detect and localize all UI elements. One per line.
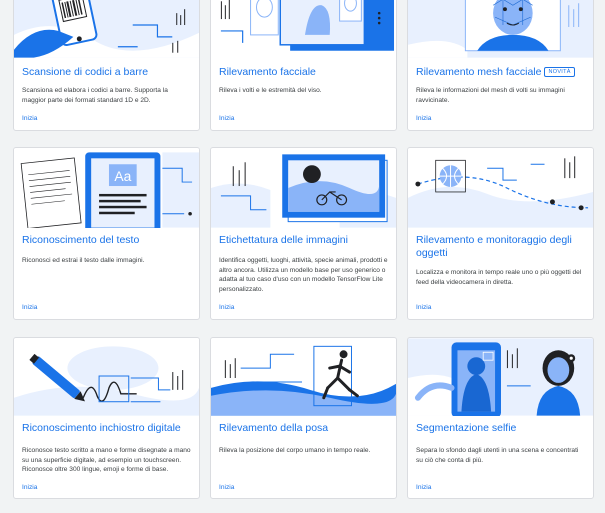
text-recognition-illustration: Aa xyxy=(14,148,199,228)
get-started-link[interactable]: Inizia xyxy=(22,304,37,311)
card-title-text[interactable]: Rilevamento mesh facciale xyxy=(416,66,541,78)
barcode-illustration xyxy=(14,0,199,58)
card-title[interactable]: Scansione di codici a barre xyxy=(22,66,193,79)
card-description: Identifica oggetti, luoghi, attività, sp… xyxy=(219,257,388,293)
card-description: Riconosce testo scritto a mano e forme d… xyxy=(22,447,191,474)
card-title[interactable]: Rilevamento della posa xyxy=(219,422,390,435)
card-title[interactable]: Segmentazione selfie xyxy=(416,422,587,435)
card-description: Rileva le informazioni del mesh di volti… xyxy=(416,87,565,104)
svg-text:Aa: Aa xyxy=(114,168,131,184)
face-mesh-illustration xyxy=(408,0,593,58)
face-detection-illustration xyxy=(211,0,396,58)
card-description: Localizza e monitora in tempo reale uno … xyxy=(416,269,582,286)
card-image-labeling[interactable]: Etichettatura delle immagini Identifica … xyxy=(210,147,397,320)
new-badge: NOVITÀ xyxy=(544,67,575,77)
get-started-link[interactable]: Inizia xyxy=(416,304,431,311)
card-title[interactable]: Riconoscimento inchiostro digitale xyxy=(22,422,193,435)
get-started-link[interactable]: Inizia xyxy=(416,115,431,122)
card-text-recognition[interactable]: Aa Riconoscimento del testo Riconosci ed… xyxy=(13,147,200,320)
card-title[interactable]: Riconoscimento del testo xyxy=(22,234,193,247)
digital-ink-illustration xyxy=(14,338,199,416)
card-description: Rileva i volti e le estremità del viso. xyxy=(219,87,322,94)
card-digital-ink[interactable]: Riconoscimento inchiostro digitale Ricon… xyxy=(13,337,200,499)
get-started-link[interactable]: Inizia xyxy=(22,115,37,122)
card-description: Separa lo sfondo dagli utenti in una sce… xyxy=(416,447,579,464)
card-face-mesh[interactable]: Rilevamento mesh facciale NOVITÀ Rileva l… xyxy=(407,0,594,131)
card-description: Scansiona ed elabora i codici a barre. S… xyxy=(22,87,168,104)
card-description: Riconosci ed estrai il testo dalle immag… xyxy=(22,257,145,264)
object-tracking-illustration xyxy=(408,148,593,228)
get-started-link[interactable]: Inizia xyxy=(219,115,234,122)
card-description: Rileva la posizione del corpo umano in t… xyxy=(219,447,371,454)
card-title[interactable]: Rilevamento facciale xyxy=(219,66,390,79)
get-started-link[interactable]: Inizia xyxy=(416,484,431,491)
pose-detection-illustration xyxy=(211,338,396,416)
get-started-link[interactable]: Inizia xyxy=(22,484,37,491)
card-title[interactable]: Rilevamento mesh facciale NOVITÀ xyxy=(416,66,587,79)
card-face-detection[interactable]: Rilevamento facciale Rileva i volti e le… xyxy=(210,0,397,131)
card-title[interactable]: Rilevamento e monitoraggio degli oggetti xyxy=(416,234,587,260)
card-pose-detection[interactable]: Rilevamento della posa Rileva la posizio… xyxy=(210,337,397,499)
image-labeling-illustration xyxy=(211,148,396,228)
selfie-segmentation-illustration xyxy=(408,338,593,416)
card-selfie-segmentation[interactable]: Segmentazione selfie Separa lo sfondo da… xyxy=(407,337,594,499)
card-title[interactable]: Etichettatura delle immagini xyxy=(219,234,390,247)
card-barcode-scanning[interactable]: Scansione di codici a barre Scansiona ed… xyxy=(13,0,200,131)
get-started-link[interactable]: Inizia xyxy=(219,484,234,491)
card-object-tracking[interactable]: Rilevamento e monitoraggio degli oggetti… xyxy=(407,147,594,320)
get-started-link[interactable]: Inizia xyxy=(219,304,234,311)
